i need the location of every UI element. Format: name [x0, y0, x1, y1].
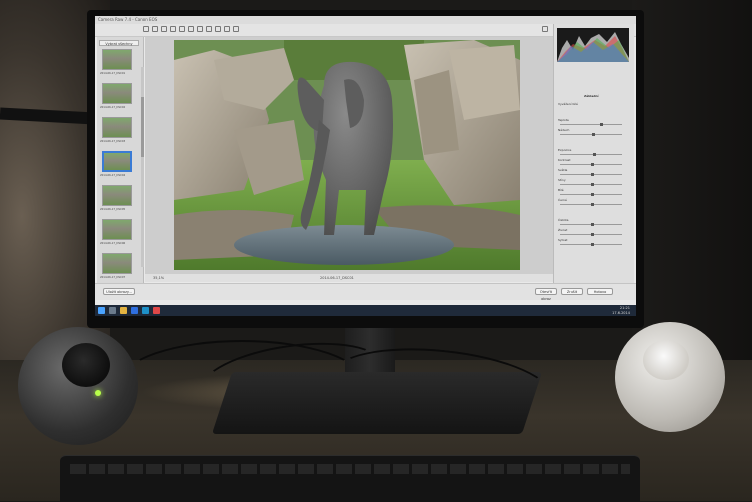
spot-removal-icon[interactable]	[197, 26, 203, 32]
adjustments-panel: Základní Vyvážení bílé Teplota Nádech Ex…	[553, 24, 634, 290]
hand-tool-icon[interactable]	[152, 26, 158, 32]
start-icon[interactable]	[98, 307, 105, 314]
thumbnail-caption: 2014-06-17_DSC05	[100, 208, 126, 211]
thumbnail-selected[interactable]	[102, 151, 132, 172]
shadows-slider[interactable]	[560, 183, 622, 186]
exposure-slider[interactable]	[560, 153, 622, 156]
thumbnail[interactable]	[102, 83, 132, 104]
panel-label: Živost	[558, 228, 568, 232]
browser-icon[interactable]	[131, 307, 138, 314]
search-icon[interactable]	[109, 307, 116, 314]
panel-label: Čistota	[558, 218, 569, 222]
white-balance-tool-icon[interactable]	[161, 26, 167, 32]
thumbnail-caption: 2014-06-17_DSC04	[100, 174, 126, 177]
panel-label: Kontrast	[558, 158, 571, 162]
rotate-right-icon[interactable]	[233, 26, 239, 32]
folder-icon[interactable]	[120, 307, 127, 314]
color-sampler-icon[interactable]	[170, 26, 176, 32]
wall-right	[632, 0, 752, 360]
straighten-tool-icon[interactable]	[188, 26, 194, 32]
preferences-icon[interactable]	[542, 26, 548, 32]
panel-label: Světla	[558, 168, 568, 172]
red-eye-icon[interactable]	[206, 26, 212, 32]
done-button[interactable]: Hotovo	[587, 288, 613, 295]
photoshop-icon[interactable]	[142, 307, 149, 314]
vibrance-slider[interactable]	[560, 233, 622, 236]
panel-title: Základní	[584, 94, 599, 98]
windows-taskbar: 21:21 17.6.2014	[95, 305, 636, 316]
bottom-bar: Otevřít obraz Zrušit Hotovo Uložit obraz…	[95, 283, 636, 301]
speaker-left-cone	[62, 343, 110, 387]
preview-status-bar: 35,1% 2014-06-17_DSC01	[145, 274, 555, 282]
panel-label: Bílé	[558, 188, 564, 192]
thumbnail[interactable]	[102, 253, 132, 274]
crop-tool-icon[interactable]	[179, 26, 185, 32]
histogram-graph	[557, 32, 629, 62]
whites-slider[interactable]	[560, 193, 622, 196]
chrome-icon[interactable]	[153, 307, 160, 314]
panel-label: Teplota	[558, 118, 569, 122]
thumbnail[interactable]	[102, 49, 132, 70]
zoom-level[interactable]: 35,1%	[153, 274, 164, 282]
elephant-photo	[174, 40, 520, 270]
thumbnail-caption: 2014-06-17_DSC07	[100, 276, 126, 279]
saturation-slider[interactable]	[560, 243, 622, 246]
zoom-tool-icon[interactable]	[143, 26, 149, 32]
speaker-led	[95, 390, 101, 396]
thumbnail[interactable]	[102, 219, 132, 240]
contrast-slider[interactable]	[560, 163, 622, 166]
filmstrip-scroll-thumb[interactable]	[141, 97, 144, 157]
filename-label: 2014-06-17_DSC01	[320, 276, 354, 280]
thumbnail-caption: 2014-06-17_DSC02	[100, 106, 126, 109]
select-all-button[interactable]: Vybrat všechny	[99, 40, 139, 46]
filmstrip: Vybrat všechny 2014-06-17_DSC01 2014-06-…	[97, 37, 144, 283]
clock-date: 17.6.2014	[612, 310, 630, 315]
taskbar-clock[interactable]: 21:21 17.6.2014	[612, 306, 630, 315]
thumbnail-caption: 2014-06-17_DSC01	[100, 72, 126, 75]
elephant-photo-image	[174, 40, 520, 270]
panel-label: Černé	[558, 198, 567, 202]
temperature-slider[interactable]	[560, 123, 622, 126]
panel-label: Vyvážení bílé	[558, 102, 578, 106]
thumbnail[interactable]	[102, 117, 132, 138]
cancel-button[interactable]: Zrušit	[561, 288, 583, 295]
panel-label: Nádech	[558, 128, 570, 132]
save-images-button[interactable]: Uložit obrazy...	[103, 288, 135, 295]
rotate-left-icon[interactable]	[224, 26, 230, 32]
histogram	[557, 28, 629, 62]
thumbnail[interactable]	[102, 185, 132, 206]
brush-tool-icon[interactable]	[215, 26, 221, 32]
thumbnail-caption: 2014-06-17_DSC06	[100, 242, 126, 245]
highlights-slider[interactable]	[560, 173, 622, 176]
open-image-button[interactable]: Otevřít obraz	[535, 288, 557, 301]
panel-label: Expozice	[558, 148, 572, 152]
app-titlebar: Camera Raw 7.4 - Canon EOS	[95, 16, 636, 24]
panel-label: Stíny	[558, 178, 566, 182]
keyboard	[60, 455, 640, 502]
keyboard-keys	[70, 464, 630, 474]
speaker-right-cone	[643, 340, 689, 380]
monitor-screen: Camera Raw 7.4 - Canon EOS Vybrat všechn…	[95, 16, 636, 316]
thumbnail-caption: 2014-06-17_DSC03	[100, 140, 126, 143]
blacks-slider[interactable]	[560, 203, 622, 206]
panel-label: Sytost	[558, 238, 568, 242]
clarity-slider[interactable]	[560, 223, 622, 226]
tint-slider[interactable]	[560, 133, 622, 136]
